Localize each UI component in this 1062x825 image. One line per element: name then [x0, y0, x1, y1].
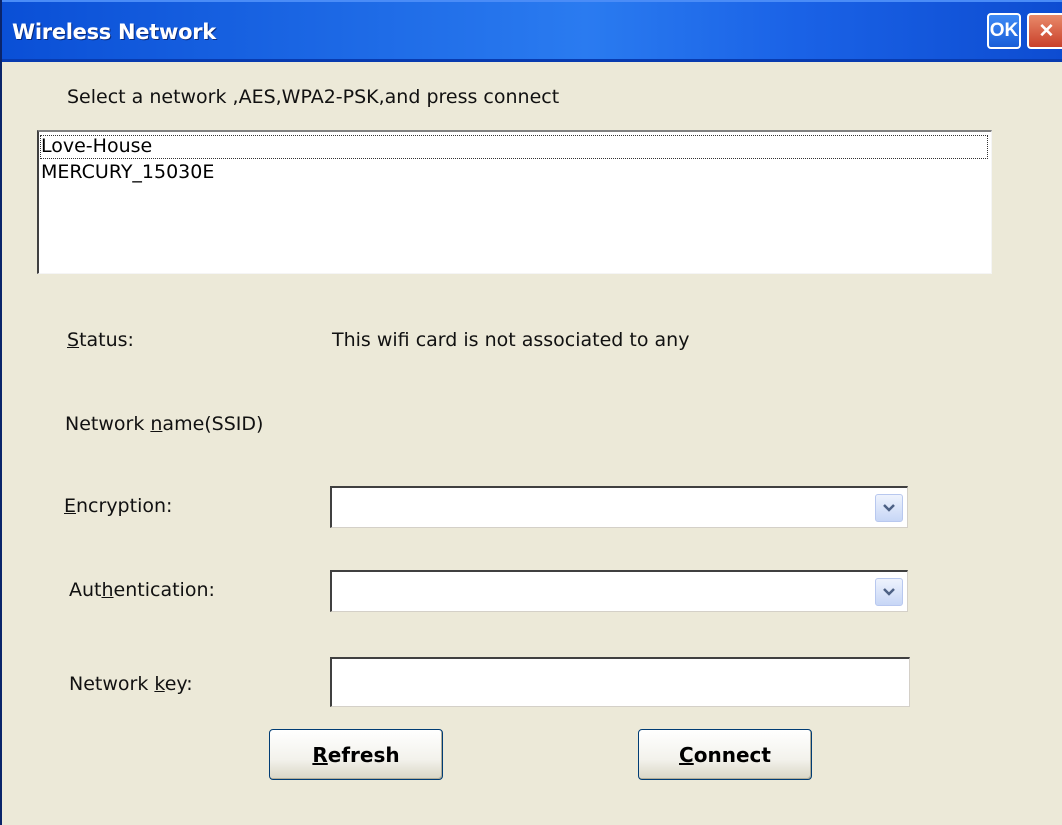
- authentication-label-post: entication:: [113, 579, 215, 601]
- chevron-down-icon: [883, 588, 895, 596]
- close-icon: ✕: [1038, 20, 1055, 42]
- status-label-post: tatus:: [79, 329, 134, 351]
- authentication-select[interactable]: [330, 570, 908, 612]
- ok-button-label: OK: [989, 20, 1019, 41]
- encryption-select[interactable]: [330, 486, 908, 528]
- window-title: Wireless Network: [12, 20, 216, 44]
- encryption-label-accel: E: [64, 495, 77, 517]
- authentication-label-pre: Aut: [69, 579, 102, 601]
- close-button[interactable]: ✕: [1027, 13, 1062, 49]
- ssid-label: Network name(SSID): [65, 413, 263, 435]
- refresh-button-accel: R: [312, 742, 328, 767]
- refresh-button-label: efresh: [327, 742, 400, 767]
- status-label: Status:: [67, 329, 134, 351]
- encryption-label: Encryption:: [64, 495, 172, 517]
- encryption-dropdown-button[interactable]: [875, 494, 903, 522]
- network-key-label-post: ey:: [164, 673, 193, 695]
- wireless-network-dialog: Wireless Network OK ✕ Select a network ,…: [0, 0, 1062, 825]
- connect-button-label: onnect: [693, 742, 771, 767]
- ssid-label-pre: Network: [65, 413, 151, 435]
- encryption-label-post: ncryption:: [76, 495, 173, 517]
- instruction-text: Select a network ,AES,WPA2-PSK,and press…: [67, 86, 560, 108]
- network-key-label: Network key:: [69, 673, 193, 695]
- status-value: This wifi card is not associated to any: [332, 329, 690, 351]
- chevron-down-icon: [883, 504, 895, 512]
- status-label-accel: S: [67, 329, 80, 351]
- network-key-label-pre: Network: [69, 673, 155, 695]
- network-list-item[interactable]: MERCURY_15030E: [39, 160, 991, 186]
- authentication-dropdown-button[interactable]: [875, 578, 903, 606]
- refresh-button[interactable]: Refresh: [269, 729, 443, 780]
- connect-button-accel: C: [679, 742, 694, 767]
- title-bar[interactable]: Wireless Network OK ✕: [2, 0, 1062, 62]
- network-listbox[interactable]: Love-House MERCURY_15030E: [37, 130, 992, 274]
- authentication-label-accel: h: [101, 579, 114, 601]
- ssid-label-accel: n: [150, 413, 163, 435]
- authentication-label: Authentication:: [69, 579, 215, 601]
- ssid-label-post: ame(SSID): [162, 413, 264, 435]
- network-list-item[interactable]: Love-House: [39, 134, 989, 160]
- network-key-label-accel: k: [154, 673, 165, 695]
- network-key-input[interactable]: [330, 657, 910, 707]
- connect-button[interactable]: Connect: [638, 729, 812, 780]
- ok-button[interactable]: OK: [987, 13, 1021, 49]
